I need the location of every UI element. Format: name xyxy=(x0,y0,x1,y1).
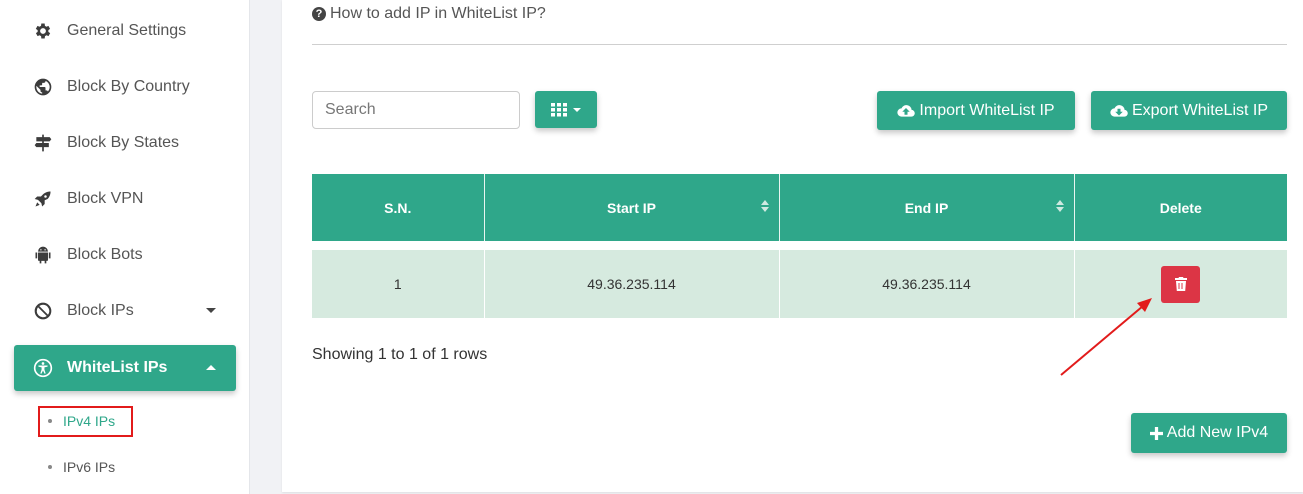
question-circle-icon: ? xyxy=(312,7,326,21)
sort-icon xyxy=(760,200,769,212)
sidebar-item-block-ips[interactable]: Block IPs xyxy=(14,288,236,334)
sidebar-item-whitelist-ips[interactable]: WhiteList IPs xyxy=(14,345,236,391)
globe-icon xyxy=(32,76,54,98)
sidebar-subitem-ipv6[interactable]: IPv6 IPs xyxy=(48,459,115,475)
table-row: 1 49.36.235.114 49.36.235.114 xyxy=(312,250,1287,318)
search-input[interactable] xyxy=(312,91,520,129)
column-header-start-ip[interactable]: Start IP xyxy=(484,174,780,241)
plus-icon xyxy=(1149,426,1163,440)
sort-icon xyxy=(1055,200,1064,212)
gear-icon xyxy=(32,20,54,42)
add-label: Add New IPv4 xyxy=(1166,424,1269,441)
ban-icon xyxy=(32,300,54,322)
cloud-download-icon xyxy=(1110,104,1128,117)
bullet-icon xyxy=(48,465,52,469)
sidebar-item-label: Block By States xyxy=(67,134,180,151)
signpost-icon xyxy=(32,132,54,154)
sidebar-item-block-by-country[interactable]: Block By Country xyxy=(14,64,236,110)
help-link[interactable]: ? How to add IP in WhiteList IP? xyxy=(312,5,546,23)
column-header-end-ip[interactable]: End IP xyxy=(779,174,1075,241)
cell-end-ip: 49.36.235.114 xyxy=(779,250,1075,318)
help-text: How to add IP in WhiteList IP? xyxy=(330,5,546,22)
sidebar-item-label: General Settings xyxy=(67,22,187,39)
sidebar-subitem-label: IPv6 IPs xyxy=(63,459,116,475)
columns-toggle-button[interactable] xyxy=(535,91,597,128)
cell-delete xyxy=(1074,250,1287,318)
trash-icon xyxy=(1174,277,1187,291)
divider xyxy=(312,44,1287,45)
pagination-info: Showing 1 to 1 of 1 rows xyxy=(312,346,488,363)
sidebar-item-block-by-states[interactable]: Block By States xyxy=(14,120,236,166)
android-icon xyxy=(32,244,54,266)
sidebar-item-label: Block VPN xyxy=(67,190,144,207)
import-label: Import WhiteList IP xyxy=(919,101,1055,119)
caret-down-icon xyxy=(573,107,581,112)
cloud-upload-icon xyxy=(897,104,916,117)
add-new-ipv4-button[interactable]: Add New IPv4 xyxy=(1131,413,1287,453)
sidebar-item-label: WhiteList IPs xyxy=(67,359,168,376)
sidebar-item-block-vpn[interactable]: Block VPN xyxy=(14,176,236,222)
annotation-highlight-box xyxy=(38,406,133,437)
cell-sn: 1 xyxy=(312,250,485,318)
export-whitelist-button[interactable]: Export WhiteList IP xyxy=(1091,91,1287,130)
whitelist-table: S.N. Start IP End IP Delete 1 49.36.235.… xyxy=(312,174,1287,318)
sidebar-item-label: Block IPs xyxy=(67,302,134,319)
sidebar-item-label: Block By Country xyxy=(67,78,190,95)
sidebar-item-general-settings[interactable]: General Settings xyxy=(14,8,236,54)
sidebar: General Settings Block By Country Block … xyxy=(0,0,250,494)
accessibility-icon xyxy=(32,357,54,379)
chevron-down-icon xyxy=(206,308,216,313)
chevron-up-icon xyxy=(206,365,216,370)
delete-button[interactable] xyxy=(1161,265,1201,303)
sidebar-item-label: Block Bots xyxy=(67,246,143,263)
import-whitelist-button[interactable]: Import WhiteList IP xyxy=(877,91,1075,130)
grid-icon xyxy=(551,102,567,116)
sidebar-item-block-bots[interactable]: Block Bots xyxy=(14,232,236,278)
column-header-sn: S.N. xyxy=(312,174,485,241)
cell-start-ip: 49.36.235.114 xyxy=(484,250,780,318)
export-label: Export WhiteList IP xyxy=(1131,101,1269,119)
column-header-delete: Delete xyxy=(1074,174,1287,241)
rocket-icon xyxy=(32,188,54,210)
